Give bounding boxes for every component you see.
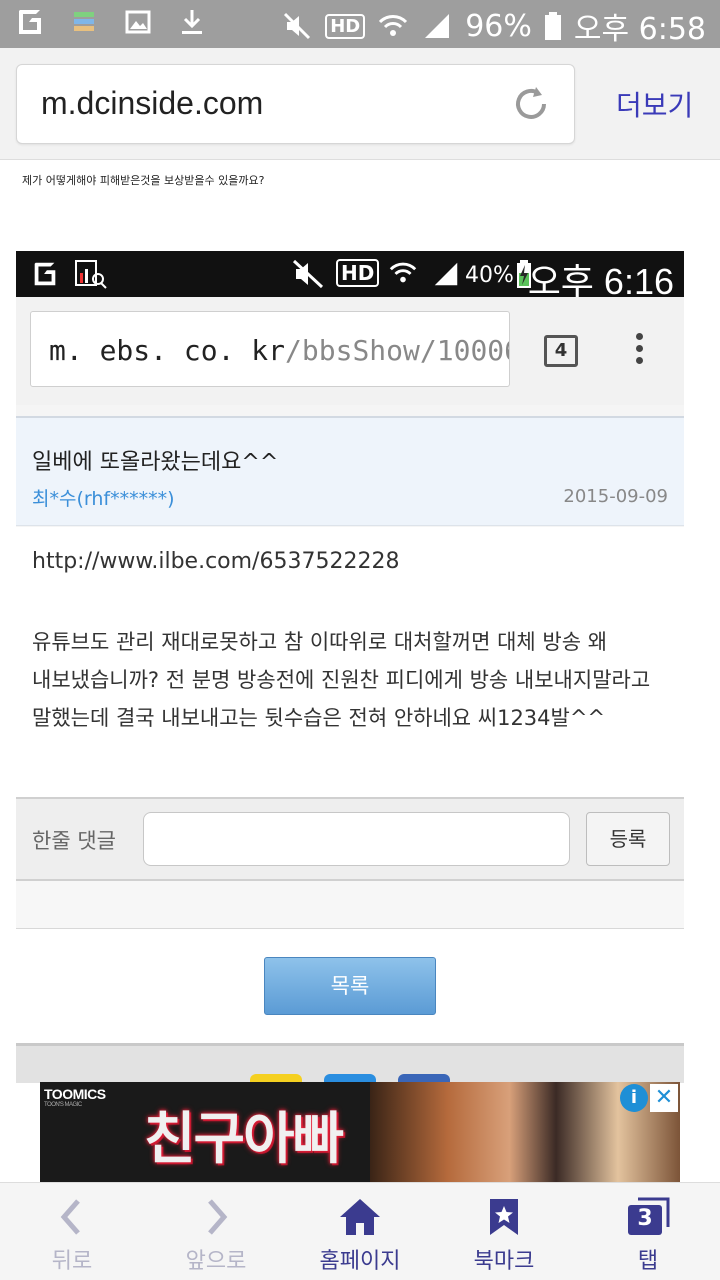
article-body: http://www.ilbe.com/6537522228 유튜브도 관리 재… — [16, 527, 684, 797]
footer-strip — [16, 1043, 684, 1083]
download-icon — [176, 6, 208, 38]
comment-submit-button[interactable]: 등록 — [586, 812, 670, 866]
stack-notification-icon — [68, 6, 100, 38]
chevron-left-icon — [50, 1197, 94, 1237]
article-date: 2015-09-09 — [563, 486, 668, 507]
embedded-app-icon — [30, 259, 60, 293]
nav-bookmark-label: 북마크 — [473, 1249, 535, 1274]
embedded-status-bar: HD 40% 오후 6:16 — [16, 251, 684, 302]
ad-brand-logo: TOOMICS — [44, 1086, 106, 1102]
embedded-browser-toolbar: m. ebs. co. kr/bbsShow/100060 4 — [16, 297, 684, 405]
nav-back[interactable]: 뒤로 — [0, 1183, 144, 1280]
bottom-nav: 뒤로 앞으로 홈페이지 북마크 3 탭 — [0, 1182, 720, 1280]
nav-bookmark[interactable]: 북마크 — [432, 1183, 576, 1280]
article-text: 유튜브도 관리 재대로못하고 참 이따위로 대처할꺼면 대체 방송 왜 내보냈습… — [32, 630, 651, 730]
chevron-right-icon — [194, 1197, 238, 1237]
signal-icon — [421, 10, 453, 42]
nav-home[interactable]: 홈페이지 — [288, 1183, 432, 1280]
article-author[interactable]: 최*수(rhf******) — [32, 484, 175, 511]
embedded-url-path: /bbsShow/100060 — [285, 334, 509, 367]
battery-icon — [544, 10, 562, 42]
nav-forward-label: 앞으로 — [185, 1249, 247, 1274]
comment-row: 한줄 댓글 등록 — [16, 797, 684, 881]
embedded-wifi-icon — [388, 257, 418, 293]
clock: 오후 6:58 — [573, 12, 706, 47]
divider — [16, 881, 684, 929]
nav-home-label: 홈페이지 — [319, 1249, 401, 1274]
bookmark-icon — [482, 1197, 526, 1237]
nav-tabs[interactable]: 3 탭 — [576, 1183, 720, 1280]
app-notification-icon — [14, 6, 46, 38]
embedded-address-bar[interactable]: m. ebs. co. kr/bbsShow/100060 — [30, 311, 510, 387]
comment-label: 한줄 댓글 — [32, 829, 116, 853]
article-title: 일베에 또올라왔는데요^^ — [32, 450, 279, 475]
nav-tabs-label: 탭 — [637, 1249, 659, 1274]
address-bar[interactable]: m.dcinside.com — [16, 64, 575, 144]
tabs-icon: 3 — [626, 1197, 670, 1237]
list-button[interactable]: 목록 — [264, 957, 436, 1015]
image-notification-icon — [122, 6, 154, 38]
ad-title: 친구아빠 — [144, 1107, 344, 1172]
article-link[interactable]: http://www.ilbe.com/6537522228 — [32, 549, 399, 574]
embedded-url-host: m. ebs. co. kr — [49, 334, 286, 367]
ad-banner[interactable]: TOOMICS TOON'S MAGIC 친구아빠 i ✕ — [40, 1082, 680, 1182]
status-bar: HD 96% 오후 6:58 — [0, 0, 720, 48]
embedded-signal-icon — [430, 259, 462, 293]
more-link[interactable]: 더보기 — [616, 84, 693, 124]
embedded-mute-icon — [292, 259, 326, 293]
ad-close-icon[interactable]: ✕ — [650, 1084, 678, 1112]
home-icon — [338, 1197, 382, 1237]
embedded-hd-badge: HD — [336, 259, 380, 287]
article-header: 일베에 또올라왔는데요^^ 최*수(rhf******) 2015-09-09 — [16, 416, 684, 526]
nav-back-label: 뒤로 — [51, 1249, 93, 1274]
wifi-icon — [377, 10, 409, 42]
list-area: 목록 — [16, 929, 684, 1043]
battery-percent: 96% — [465, 8, 532, 44]
embedded-tab-count[interactable]: 4 — [544, 335, 578, 367]
url-text[interactable]: m.dcinside.com — [41, 85, 263, 122]
embedded-battery-percent: 40% — [465, 263, 514, 288]
ad-brand-sub: TOON'S MAGIC — [44, 1102, 82, 1108]
embedded-chart-icon — [74, 259, 108, 293]
mute-icon — [281, 10, 313, 42]
browser-toolbar: m.dcinside.com 더보기 — [0, 48, 720, 160]
nav-tabs-count: 3 — [637, 1206, 653, 1231]
nav-forward[interactable]: 앞으로 — [144, 1183, 288, 1280]
reload-icon[interactable] — [510, 83, 552, 125]
comment-input[interactable] — [143, 812, 570, 866]
post-title: 제가 어떻게해야 피해받은것을 보상받을수 있을까요? — [22, 174, 265, 187]
ad-info-icon[interactable]: i — [620, 1084, 648, 1112]
hd-network-badge: HD — [325, 13, 366, 39]
embedded-overflow-menu-icon[interactable] — [636, 333, 644, 367]
embedded-screenshot: HD 40% 오후 6:16 m. ebs. co. kr/bbsShow/10… — [16, 251, 684, 1083]
